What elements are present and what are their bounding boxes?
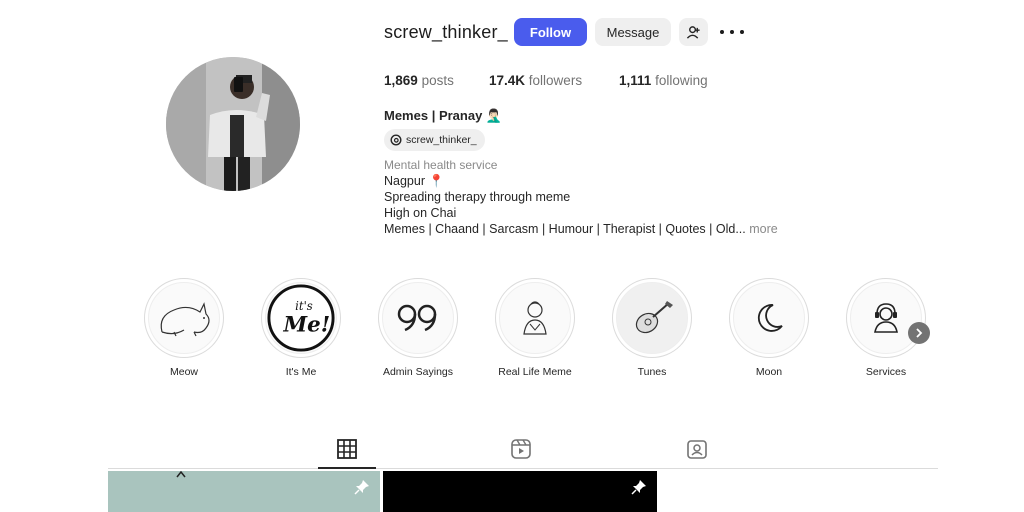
bio-line: Nagpur 📍 — [384, 174, 445, 188]
profile-username: screw_thinker_ — [384, 22, 508, 42]
tab-reels[interactable] — [510, 438, 532, 460]
grid-icon — [337, 439, 357, 459]
highlight-label: Admin Sayings — [382, 366, 454, 378]
svg-text:it's: it's — [295, 299, 313, 313]
posts-stat: 1,869 posts — [384, 73, 454, 88]
highlight-meow[interactable]: Meow — [144, 278, 224, 378]
following-count: 1,111 — [619, 73, 652, 88]
follow-button[interactable]: Follow — [514, 18, 587, 46]
followers-stat[interactable]: 17.4K followers — [489, 73, 582, 88]
profile-avatar[interactable] — [166, 57, 300, 191]
profile-full-name: Memes | Pranay 🤦🏻‍♂️ — [384, 108, 503, 123]
bio-line: Memes | Chaand | Sarcasm | Humour | Ther… — [384, 222, 778, 236]
quote-icon — [397, 304, 437, 332]
tab-tagged[interactable] — [686, 438, 708, 460]
followers-label: followers — [528, 73, 583, 88]
thumbnail-mark — [176, 471, 186, 478]
tagged-icon — [687, 440, 707, 459]
add-person-icon — [686, 25, 700, 39]
cat-icon — [160, 302, 210, 337]
highlight-real-life-meme[interactable]: Real Life Meme — [495, 278, 575, 378]
posts-label: posts — [421, 73, 454, 88]
highlights-next-button[interactable] — [908, 322, 930, 344]
highlight-admin-sayings[interactable]: Admin Sayings — [378, 278, 458, 378]
message-button[interactable]: Message — [595, 18, 671, 46]
bio-line: Spreading therapy through meme — [384, 190, 571, 204]
profile-category: Mental health service — [384, 158, 498, 172]
dot-icon — [730, 30, 734, 34]
active-tab-indicator — [318, 467, 376, 469]
guitar-icon — [635, 301, 673, 334]
highlight-moon[interactable]: Moon — [729, 278, 809, 378]
threads-handle: screw_thinker_ — [406, 134, 477, 146]
suggest-user-button[interactable] — [679, 18, 708, 46]
highlight-label: It's Me — [285, 366, 317, 378]
dot-icon — [740, 30, 744, 34]
bio-more-link[interactable]: more — [749, 222, 777, 236]
tab-posts[interactable] — [336, 438, 358, 460]
more-options-button[interactable] — [720, 20, 744, 44]
highlight-label: Services — [865, 366, 907, 378]
bio-line: High on Chai — [384, 206, 457, 220]
support-agent-icon — [874, 303, 898, 333]
posts-count: 1,869 — [384, 73, 418, 88]
pin-icon — [631, 480, 646, 495]
threads-icon — [390, 134, 402, 146]
followers-count: 17.4K — [489, 73, 526, 88]
following-stat[interactable]: 1,111 following — [619, 73, 708, 88]
bio-text: Memes | Chaand | Sarcasm | Humour | Ther… — [384, 222, 746, 236]
tabs-divider — [108, 468, 938, 469]
reels-icon — [511, 439, 531, 459]
person-sketch-icon — [523, 301, 547, 335]
its-me-icon: it's Me! — [267, 284, 335, 352]
chevron-right-icon — [916, 328, 923, 338]
moon-icon — [757, 304, 783, 332]
highlight-tunes[interactable]: Tunes — [612, 278, 692, 378]
pin-icon — [354, 480, 369, 495]
highlight-label: Meow — [169, 366, 198, 378]
highlight-its-me[interactable]: it's Me! It's Me — [261, 278, 341, 378]
highlight-label: Tunes — [637, 366, 667, 378]
svg-text:Me!: Me! — [283, 313, 331, 338]
highlight-label: Moon — [755, 366, 783, 378]
following-label: following — [655, 73, 708, 88]
highlight-label: Real Life Meme — [498, 366, 572, 378]
dot-icon — [720, 30, 724, 34]
post-thumbnail[interactable] — [108, 471, 380, 512]
post-thumbnail[interactable] — [383, 471, 657, 512]
threads-badge[interactable]: screw_thinker_ — [384, 129, 485, 151]
